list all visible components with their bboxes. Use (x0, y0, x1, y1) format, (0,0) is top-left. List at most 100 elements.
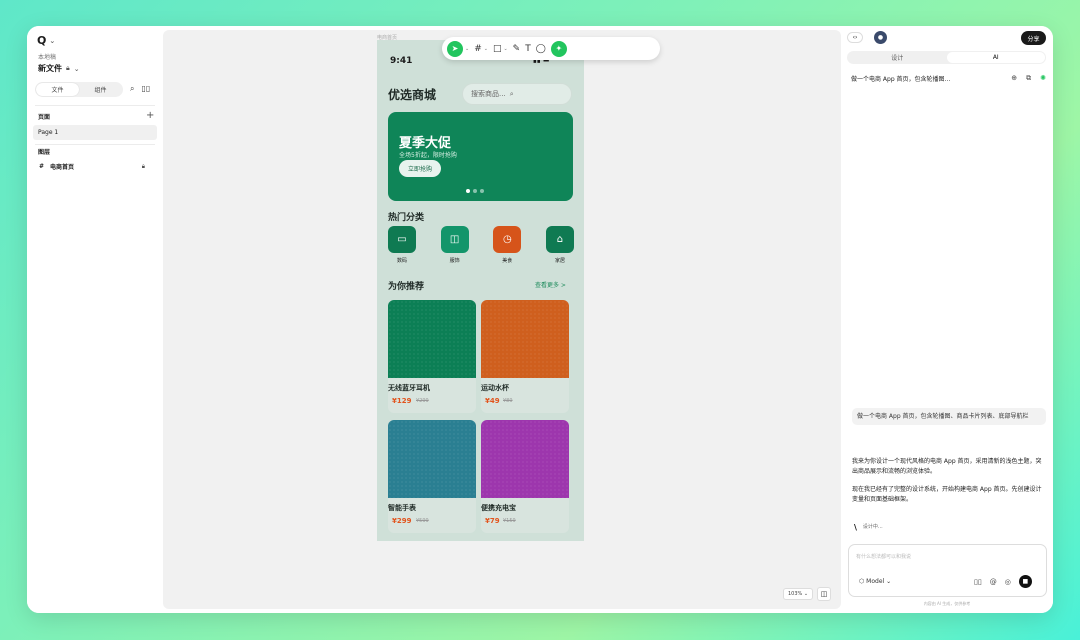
chevron-down-icon[interactable]: ⌄ (484, 46, 488, 52)
chevron-down-icon: ⌄ (73, 64, 80, 73)
see-more-link[interactable]: 查看更多 > (535, 280, 566, 289)
product-price: ¥129 (392, 397, 412, 405)
product-price: ¥299 (392, 517, 412, 525)
category-list: ▭ 数码 ◫ 服饰 ◷ 美食 ⌂ 家居 (388, 226, 574, 264)
carousel-dot[interactable] (480, 189, 484, 193)
chat-input[interactable]: 有什么想法都可以和我说 (856, 553, 911, 560)
product-image (481, 420, 569, 498)
product-old-price: ¥599 (416, 518, 429, 524)
thread-title: 做一个电商 App 首页，包含轮播图... (851, 76, 951, 83)
promo-banner[interactable]: 夏季大促 全场5折起，限时抢购 立即抢购 (388, 112, 573, 201)
product-card[interactable]: 便携充电宝 ¥79 ¥159 (481, 420, 569, 533)
select-tool-icon[interactable]: ➤ (447, 40, 463, 57)
bag-icon: ◫ (440, 226, 469, 253)
rectangle-tool-icon[interactable]: □ (493, 44, 502, 54)
monitor-icon: ▭ (388, 226, 416, 253)
categories-title: 热门分类 (388, 213, 425, 223)
avatar[interactable]: ● (874, 31, 887, 44)
product-card[interactable]: 运动水杯 ¥49 ¥89 (481, 300, 569, 413)
divider (35, 144, 155, 145)
book-icon[interactable]: ▯▯ (141, 84, 150, 94)
left-tab-switcher: 文件 组件 (35, 82, 123, 97)
left-sidebar: Q ⌄ 本地稿 新文件 🔒︎ ⌄ 文件 组件 ⌕ ▯▯ 页面 + Page 1 … (27, 26, 163, 613)
category-item[interactable]: ◷ 美食 (493, 226, 522, 264)
status-text: 设计中... (862, 524, 883, 530)
ai-status-icon[interactable]: ✺ (1040, 74, 1046, 83)
add-page-button[interactable]: + (146, 110, 154, 121)
app-logo-menu[interactable]: Q ⌄ (37, 34, 55, 47)
product-image (481, 300, 569, 378)
pen-tool-icon[interactable]: ✎ (513, 44, 521, 54)
panel-toggle-icon[interactable]: ◫ (817, 586, 832, 601)
frame-icon: # (39, 163, 45, 170)
model-label: Model (866, 578, 885, 585)
tab-components[interactable]: 组件 (79, 83, 122, 96)
category-label: 服饰 (449, 258, 460, 264)
file-name[interactable]: 新文件 🔒︎ ⌄ (38, 63, 80, 74)
home-icon: ⌂ (545, 226, 574, 253)
user-message: 做一个电商 App 首页，包含轮播图、商品卡片列表、底部导航栏 (852, 408, 1046, 426)
status-time: 9:41 (390, 56, 413, 66)
search-input[interactable]: 搜索商品... ⌕ (462, 83, 572, 105)
carousel-dots (466, 189, 484, 193)
layer-item[interactable]: # 电商首页 🔒︎ (39, 162, 145, 172)
buy-now-button[interactable]: 立即抢购 (399, 160, 442, 177)
ai-message: 现在我已经有了完整的设计系统，开始构建电商 App 首页。先创建设计变量和页面基… (852, 486, 1042, 503)
composer-actions: ▯▯ @ ◎ ■ (974, 575, 1032, 588)
category-item[interactable]: ⌂ 家居 (545, 226, 574, 264)
frame-tool-icon[interactable]: # (474, 44, 482, 54)
product-card[interactable]: 无线蓝牙耳机 ¥129 ¥299 (388, 300, 476, 413)
share-button[interactable]: 分享 (1021, 31, 1046, 45)
product-name: 便携充电宝 (481, 504, 516, 512)
product-image (388, 300, 476, 378)
right-tabs: 设计 AI (847, 51, 1046, 64)
chevron-down-icon: ⌄ (49, 36, 56, 45)
status-indicator: \ 设计中... (854, 523, 883, 532)
product-name: 运动水杯 (481, 384, 509, 392)
ai-message: 我来为你设计一个现代风格的电商 App 首页，采用清新的浅色主题，突出商品展示和… (852, 458, 1042, 475)
thread-actions: ⊕ ⧉ ✺ (1011, 74, 1046, 83)
product-old-price: ¥159 (503, 518, 516, 524)
stop-icon[interactable]: ■ (1018, 575, 1032, 588)
category-item[interactable]: ▭ 数码 (388, 226, 416, 264)
text-tool-icon[interactable]: T (525, 44, 531, 54)
chevron-down-icon[interactable]: ⌄ (465, 46, 469, 52)
page-item[interactable]: Page 1 (33, 125, 157, 140)
new-chat-icon[interactable]: ⊕ (1011, 74, 1017, 83)
history-icon[interactable]: ⧉ (1026, 74, 1031, 83)
thread-header: 做一个电商 App 首页，包含轮播图... ⊕ ⧉ ✺ (851, 74, 1046, 83)
disclaimer: 内容由 AI 生成，仅供参考 (923, 601, 971, 606)
chat-composer[interactable]: 有什么想法都可以和我说 ⬡ Model ⌄ ▯▯ @ ◎ ■ (848, 544, 1047, 597)
carousel-dot[interactable] (473, 189, 477, 193)
product-old-price: ¥89 (503, 398, 513, 404)
tab-files[interactable]: 文件 (36, 83, 79, 96)
lock-icon[interactable]: 🔒︎ (142, 163, 145, 171)
mention-icon[interactable]: @ (990, 578, 997, 586)
canvas[interactable]: 电商首页 9:41 ▮▮ ▬ 优选商城 搜索商品... ⌕ 夏季大促 全场5折起… (163, 30, 841, 609)
code-button[interactable]: ‹› (847, 32, 863, 43)
zoom-select[interactable]: 103% ⌄ (783, 587, 814, 600)
clock-icon: ◷ (493, 226, 522, 253)
search-icon: ⌕ (509, 89, 514, 98)
attach-icon[interactable]: ◎ (1005, 578, 1011, 586)
logo-icon: Q (37, 34, 47, 47)
file-name-text: 新文件 (38, 64, 62, 73)
carousel-dot[interactable] (466, 189, 470, 193)
product-old-price: ¥299 (416, 398, 429, 404)
tab-design[interactable]: 设计 (848, 52, 947, 63)
chevron-down-icon[interactable]: ⌄ (503, 46, 507, 52)
phone-frame[interactable]: 9:41 ▮▮ ▬ 优选商城 搜索商品... ⌕ 夏季大促 全场5折起，限时抢购… (377, 40, 584, 541)
book-icon[interactable]: ▯▯ (974, 578, 982, 586)
model-select[interactable]: ⬡ Model ⌄ (859, 578, 891, 585)
search-icon[interactable]: ⌕ (130, 84, 134, 94)
tab-ai[interactable]: AI (946, 52, 1045, 63)
category-item[interactable]: ◫ 服饰 (440, 226, 469, 264)
comment-tool-icon[interactable]: ◯ (536, 44, 546, 54)
product-price: ¥79 (485, 517, 500, 525)
floating-toolbar: ➤ ⌄ # ⌄ □ ⌄ ✎ T ◯ ✦ (442, 37, 660, 60)
ai-tool-icon[interactable]: ✦ (550, 40, 567, 57)
category-label: 数码 (396, 258, 407, 264)
product-card[interactable]: 智能手表 ¥299 ¥599 (388, 420, 476, 533)
shop-title: 优选商城 (388, 88, 437, 102)
team-label: 本地稿 (38, 54, 57, 61)
